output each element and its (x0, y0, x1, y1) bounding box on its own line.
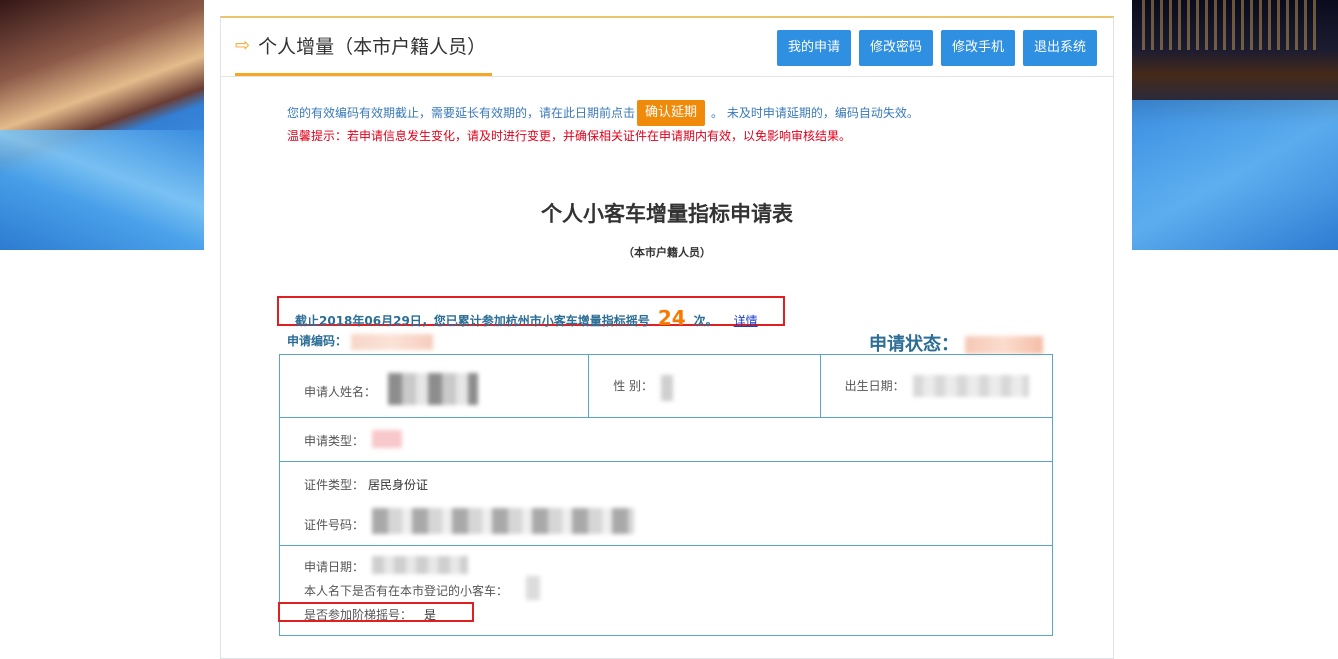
birth-cell: 出生日期： (821, 355, 1052, 417)
application-status-label-text: 申请状态： (869, 334, 959, 355)
validity-notice-suffix: 。 未及时申请延期的，编码自动失效。 (711, 106, 919, 120)
application-date-label: 申请日期： (304, 560, 365, 574)
name-cell: 申请人姓名： (280, 355, 590, 417)
gender-label: 性 别： (613, 379, 654, 393)
applicant-name-redacted (388, 373, 478, 405)
lottery-count-value: 24 (657, 306, 686, 330)
lottery-count-text: 截止2018年06月29日，您已累计参加杭州市小客车增量指标摇号 (295, 314, 650, 328)
lottery-count-suffix: 次。 (693, 314, 718, 328)
highlight-box-tiered (278, 602, 474, 622)
notice-area: 您的有效编码有效期截止，需要延长有效期的，请在此日期前点击 确认延期 。 未及时… (287, 100, 919, 146)
application-status-redacted (965, 336, 1044, 354)
table-row: 申请日期： 本人名下是否有在本市登记的小客车： 是否参加阶梯摇号： 是 (280, 546, 1052, 636)
main-panel: ⇨ 个人增量（本市户籍人员） 我的申请 修改密码 修改手机 退出系统 您的有效编… (220, 16, 1114, 659)
page-title-text: 个人增量（本市户籍人员） (258, 36, 487, 58)
id-number-redacted (372, 508, 634, 534)
warm-tip-text: 温馨提示：若申请信息发生变化，请及时进行变更，并确保相关证件在申请期内有效，以免… (287, 129, 852, 143)
validity-notice: 您的有效编码有效期截止，需要延长有效期的，请在此日期前点击 确认延期 。 未及时… (287, 100, 919, 126)
id-number-label: 证件号码： (304, 518, 365, 532)
background-banner-right (1132, 0, 1338, 250)
my-application-button[interactable]: 我的申请 (776, 30, 851, 66)
detail-link[interactable]: 详情 (734, 312, 758, 329)
form-subtitle: （本市户籍人员） (623, 246, 711, 259)
has-car-label: 本人名下是否有在本市登记的小客车： (304, 584, 509, 598)
birth-date-label: 出生日期： (844, 379, 905, 393)
form-title: 个人小客车增量指标申请表 (541, 202, 793, 226)
change-phone-button[interactable]: 修改手机 (940, 30, 1015, 66)
application-status-label: 申请状态： (869, 330, 1044, 356)
id-type-value: 居民身份证 (368, 478, 429, 492)
application-info-table: 申请人姓名： 性 别： 出生日期： 申请类型： 证件类型： 居民身份证 证件号码… (279, 354, 1053, 636)
gender-redacted (661, 375, 674, 401)
confirm-extension-button[interactable]: 确认延期 (637, 100, 706, 126)
validity-notice-text: 您的有效编码有效期截止，需要延长有效期的，请在此日期前点击 (287, 106, 636, 120)
background-banner-left (0, 0, 204, 250)
application-date-redacted (372, 556, 468, 574)
gender-cell: 性 别： (589, 355, 821, 417)
id-type-label: 证件类型： (304, 478, 365, 492)
table-row: 申请人姓名： 性 别： 出生日期： (280, 355, 1052, 418)
table-row: 证件类型： 居民身份证 证件号码： (280, 462, 1052, 546)
lottery-count-line: 截止2018年06月29日，您已累计参加杭州市小客车增量指标摇号 24 次。 详… (295, 306, 758, 330)
applicant-name-label: 申请人姓名： (304, 385, 377, 399)
application-code-redacted (351, 333, 434, 350)
page-title: ⇨ 个人增量（本市户籍人员） (235, 18, 493, 76)
change-password-button[interactable]: 修改密码 (858, 30, 933, 66)
application-type-redacted (372, 430, 402, 448)
application-code-label-text: 申请编码： (287, 334, 348, 348)
table-row: 申请类型： (280, 418, 1052, 462)
application-type-label: 申请类型： (304, 434, 365, 448)
arrow-right-icon: ⇨ (235, 35, 251, 56)
has-car-redacted (526, 576, 540, 600)
header-button-group: 我的申请 修改密码 修改手机 退出系统 (776, 30, 1097, 66)
panel-header: ⇨ 个人增量（本市户籍人员） 我的申请 修改密码 修改手机 退出系统 (221, 18, 1113, 77)
birth-date-redacted (912, 375, 1029, 397)
application-code-label: 申请编码： (287, 332, 434, 350)
logout-button[interactable]: 退出系统 (1022, 30, 1097, 66)
